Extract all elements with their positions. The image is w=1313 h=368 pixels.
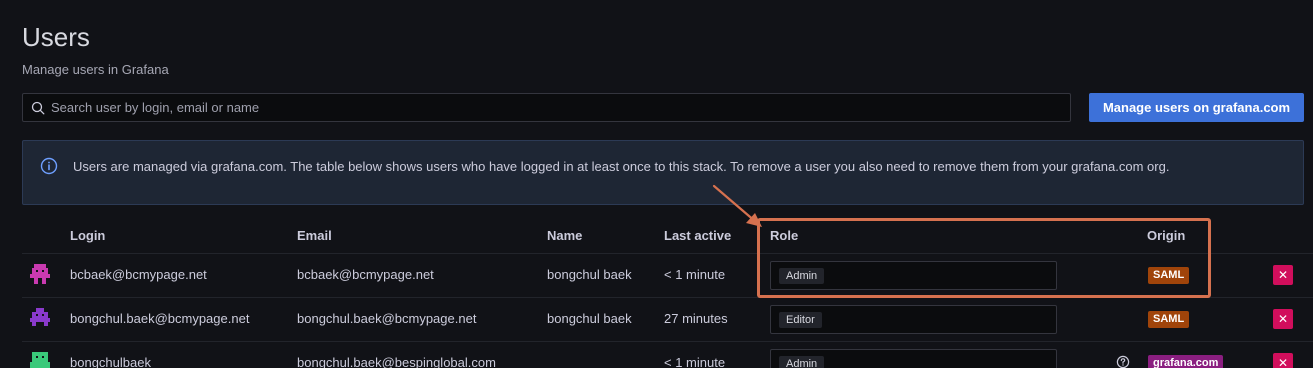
search-field[interactable]: [22, 93, 1071, 122]
manage-users-button[interactable]: Manage users on grafana.com: [1089, 93, 1304, 122]
user-email: bongchul.baek@bespinglobal.com: [297, 355, 496, 368]
role-select[interactable]: Admin: [770, 261, 1057, 290]
page-subtitle: Manage users in Grafana: [22, 62, 169, 77]
role-chip: Editor: [779, 312, 822, 328]
delete-user-button[interactable]: ✕: [1273, 353, 1293, 368]
role-select[interactable]: Editor: [770, 305, 1057, 334]
alert-message: Users are managed via grafana.com. The t…: [73, 159, 1170, 174]
delete-user-button[interactable]: ✕: [1273, 265, 1293, 285]
origin-badge: SAML: [1148, 267, 1190, 284]
search-input[interactable]: [51, 100, 951, 115]
user-login: bongchulbaek: [70, 355, 151, 368]
table-header: Login Email Name Last active Role Origin: [0, 228, 1313, 252]
header-name: Name: [547, 228, 583, 243]
header-login: Login: [70, 228, 106, 243]
user-login: bongchul.baek@bcmypage.net: [70, 311, 250, 326]
table-row: bongchulbaek bongchul.baek@bespinglobal.…: [0, 341, 1313, 368]
user-name: bongchul baek: [547, 311, 632, 326]
close-icon: ✕: [1277, 356, 1289, 368]
close-icon: ✕: [1277, 312, 1289, 326]
user-email: bongchul.baek@bcmypage.net: [297, 311, 477, 326]
user-last-active: 27 minutes: [664, 311, 728, 326]
delete-user-button[interactable]: ✕: [1273, 309, 1293, 329]
table-row: bongchul.baek@bcmypage.net bongchul.baek…: [0, 297, 1313, 341]
role-select[interactable]: Admin: [770, 349, 1057, 368]
search-icon: [31, 101, 45, 114]
table-row: bcbaek@bcmypage.net bcbaek@bcmypage.net …: [0, 253, 1313, 297]
header-origin: Origin: [1147, 228, 1186, 243]
role-chip: Admin: [779, 268, 825, 284]
user-last-active: < 1 minute: [664, 267, 726, 282]
user-name: bongchul baek: [547, 267, 632, 282]
origin-badge: SAML: [1148, 311, 1190, 328]
header-role: Role: [770, 228, 799, 243]
question-circle-icon[interactable]: [1116, 355, 1130, 368]
page-title: Users: [22, 22, 90, 52]
info-alert: Users are managed via grafana.com. The t…: [22, 140, 1304, 205]
user-last-active: < 1 minute: [664, 355, 726, 368]
header-last-active: Last active: [664, 228, 732, 243]
origin-badge: grafana.com: [1148, 355, 1224, 368]
user-login: bcbaek@bcmypage.net: [70, 267, 207, 282]
avatar-icon: [30, 352, 50, 368]
role-chip: Admin: [779, 356, 825, 368]
close-icon: ✕: [1277, 268, 1289, 282]
users-page: Users Manage users in Grafana Manage use…: [0, 0, 1313, 368]
user-email: bcbaek@bcmypage.net: [297, 267, 434, 282]
info-circle-icon: [40, 157, 58, 175]
avatar-icon: [30, 264, 50, 284]
avatar-icon: [30, 308, 50, 326]
header-email: Email: [297, 228, 332, 243]
